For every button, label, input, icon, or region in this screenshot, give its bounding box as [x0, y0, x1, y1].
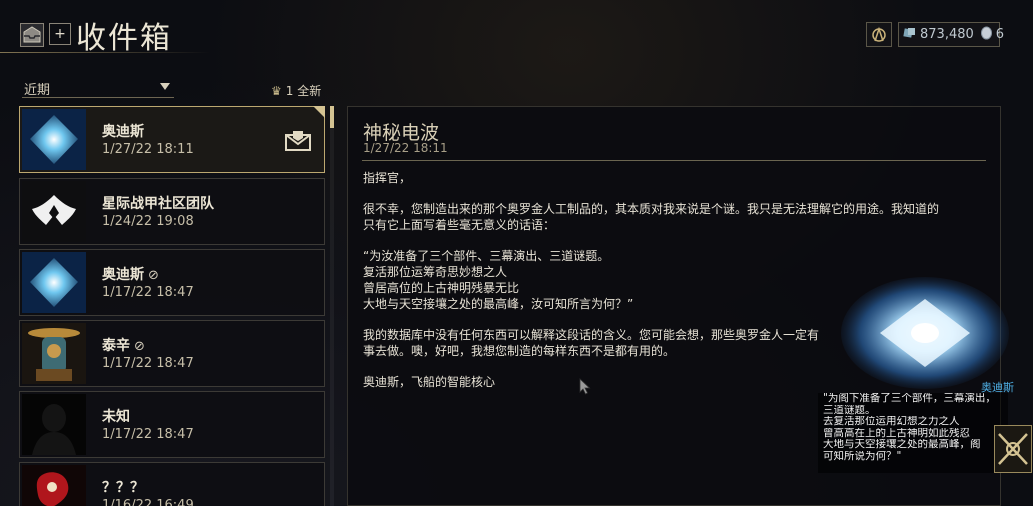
message-date: 1/24/22 19:08: [102, 214, 194, 229]
page-title: 收件箱: [76, 21, 172, 56]
message-sender: 泰辛 ⊘: [102, 338, 145, 354]
message-list: 奥迪斯 1/27/22 18:11 星际战甲社区团队 1/24/22 19:08: [19, 106, 326, 506]
platinum-value: 6: [995, 27, 1005, 42]
subtitle-line: 三道谜题。: [823, 404, 876, 416]
message-date: 1/17/22 18:47: [102, 427, 194, 442]
ordis-transmission-icon: [840, 265, 1010, 390]
avatar: [22, 465, 86, 506]
avatar: [22, 252, 86, 313]
body-text: 只有它上面写着些毫无意义的话语：: [363, 218, 556, 232]
avatar: [22, 109, 86, 170]
list-item[interactable]: 奥迪斯 1/27/22 18:11: [19, 106, 325, 173]
message-date: 1/27/22 18:11: [102, 142, 194, 157]
transmission-subtitle: "为阁下准备了三个部件，三幕演出， 三道谜题。 去复活那位运用幻想之力之人 曾高…: [818, 393, 1008, 473]
new-messages-count: ♛ 1 全新: [271, 84, 322, 98]
list-item[interactable]: 未知 1/17/22 18:47: [19, 391, 325, 458]
mouse-cursor-icon: [579, 378, 591, 399]
message-sender: 奥迪斯: [102, 124, 144, 140]
message-list-scrollbar[interactable]: [330, 106, 334, 506]
attachment-icon: ⊘: [134, 339, 145, 354]
message-sender: 奥迪斯 ⊘: [102, 267, 159, 283]
message-date: 1/17/22 18:47: [102, 356, 194, 371]
inbox-filter-dropdown[interactable]: 近期: [22, 79, 174, 98]
chevron-down-icon: [160, 83, 170, 90]
currency-display: 873,480 6: [898, 22, 1004, 47]
crown-icon: ♛: [271, 84, 282, 98]
add-button[interactable]: +: [49, 23, 71, 45]
quote-text: “为汝准备了三个部件、三幕演出、三道谜题。: [363, 249, 610, 263]
list-item[interactable]: ？？？ 1/16/22 16:49: [19, 462, 325, 506]
subtitle-line: "为阁下准备了三个部件，三幕演出，: [823, 393, 996, 404]
inbox-icon[interactable]: [20, 23, 44, 47]
credits-icon: [903, 26, 917, 44]
avatar: [22, 394, 86, 455]
subtitle-line: 曾高高在上的上古神明如此残忍: [823, 427, 970, 439]
message-date: 1/17/22 18:47: [102, 285, 194, 300]
scrollbar-thumb[interactable]: [330, 106, 334, 128]
message-sender: ？？？: [102, 480, 144, 496]
platinum-icon: [980, 26, 993, 44]
filter-selected: 近期: [24, 83, 51, 98]
attachment-icon: ⊘: [148, 268, 159, 283]
greeting-text: 指挥官，: [363, 171, 412, 185]
top-bar: + 收件箱 873,480 6: [0, 0, 1033, 60]
avatar: [22, 181, 86, 242]
message-sender: 未知: [102, 409, 130, 425]
message-sender: 星际战甲社区团队: [102, 196, 214, 212]
list-item[interactable]: 星际战甲社区团队 1/24/22 19:08: [19, 178, 325, 245]
title-divider: [0, 52, 210, 53]
list-item[interactable]: 奥迪斯 ⊘ 1/17/22 18:47: [19, 249, 325, 316]
credits-value: 873,480: [920, 27, 974, 42]
message-timestamp: 1/27/22 18:11: [363, 141, 448, 155]
subtitle-line: 去复活那位运用幻想之力之人: [823, 416, 960, 427]
body-text: 很不幸，您制造出来的那个奥罗金人工制品的，其本质对我来说是个谜。我只是无法理解它…: [363, 202, 940, 216]
mastery-rank-icon[interactable]: [866, 22, 892, 47]
message-date: 1/16/22 16:49: [102, 498, 194, 506]
message-divider: [362, 160, 986, 161]
emblem-icon: [994, 425, 1032, 473]
list-item[interactable]: 泰辛 ⊘ 1/17/22 18:47: [19, 320, 325, 387]
new-flag-icon: [313, 106, 325, 118]
subtitle-line: 可知所说为何？": [823, 450, 902, 462]
subtitle-line: 大地与天空接壤之处的最高峰，阁: [823, 439, 981, 450]
mail-open-icon: [284, 129, 312, 155]
avatar: [22, 323, 86, 384]
